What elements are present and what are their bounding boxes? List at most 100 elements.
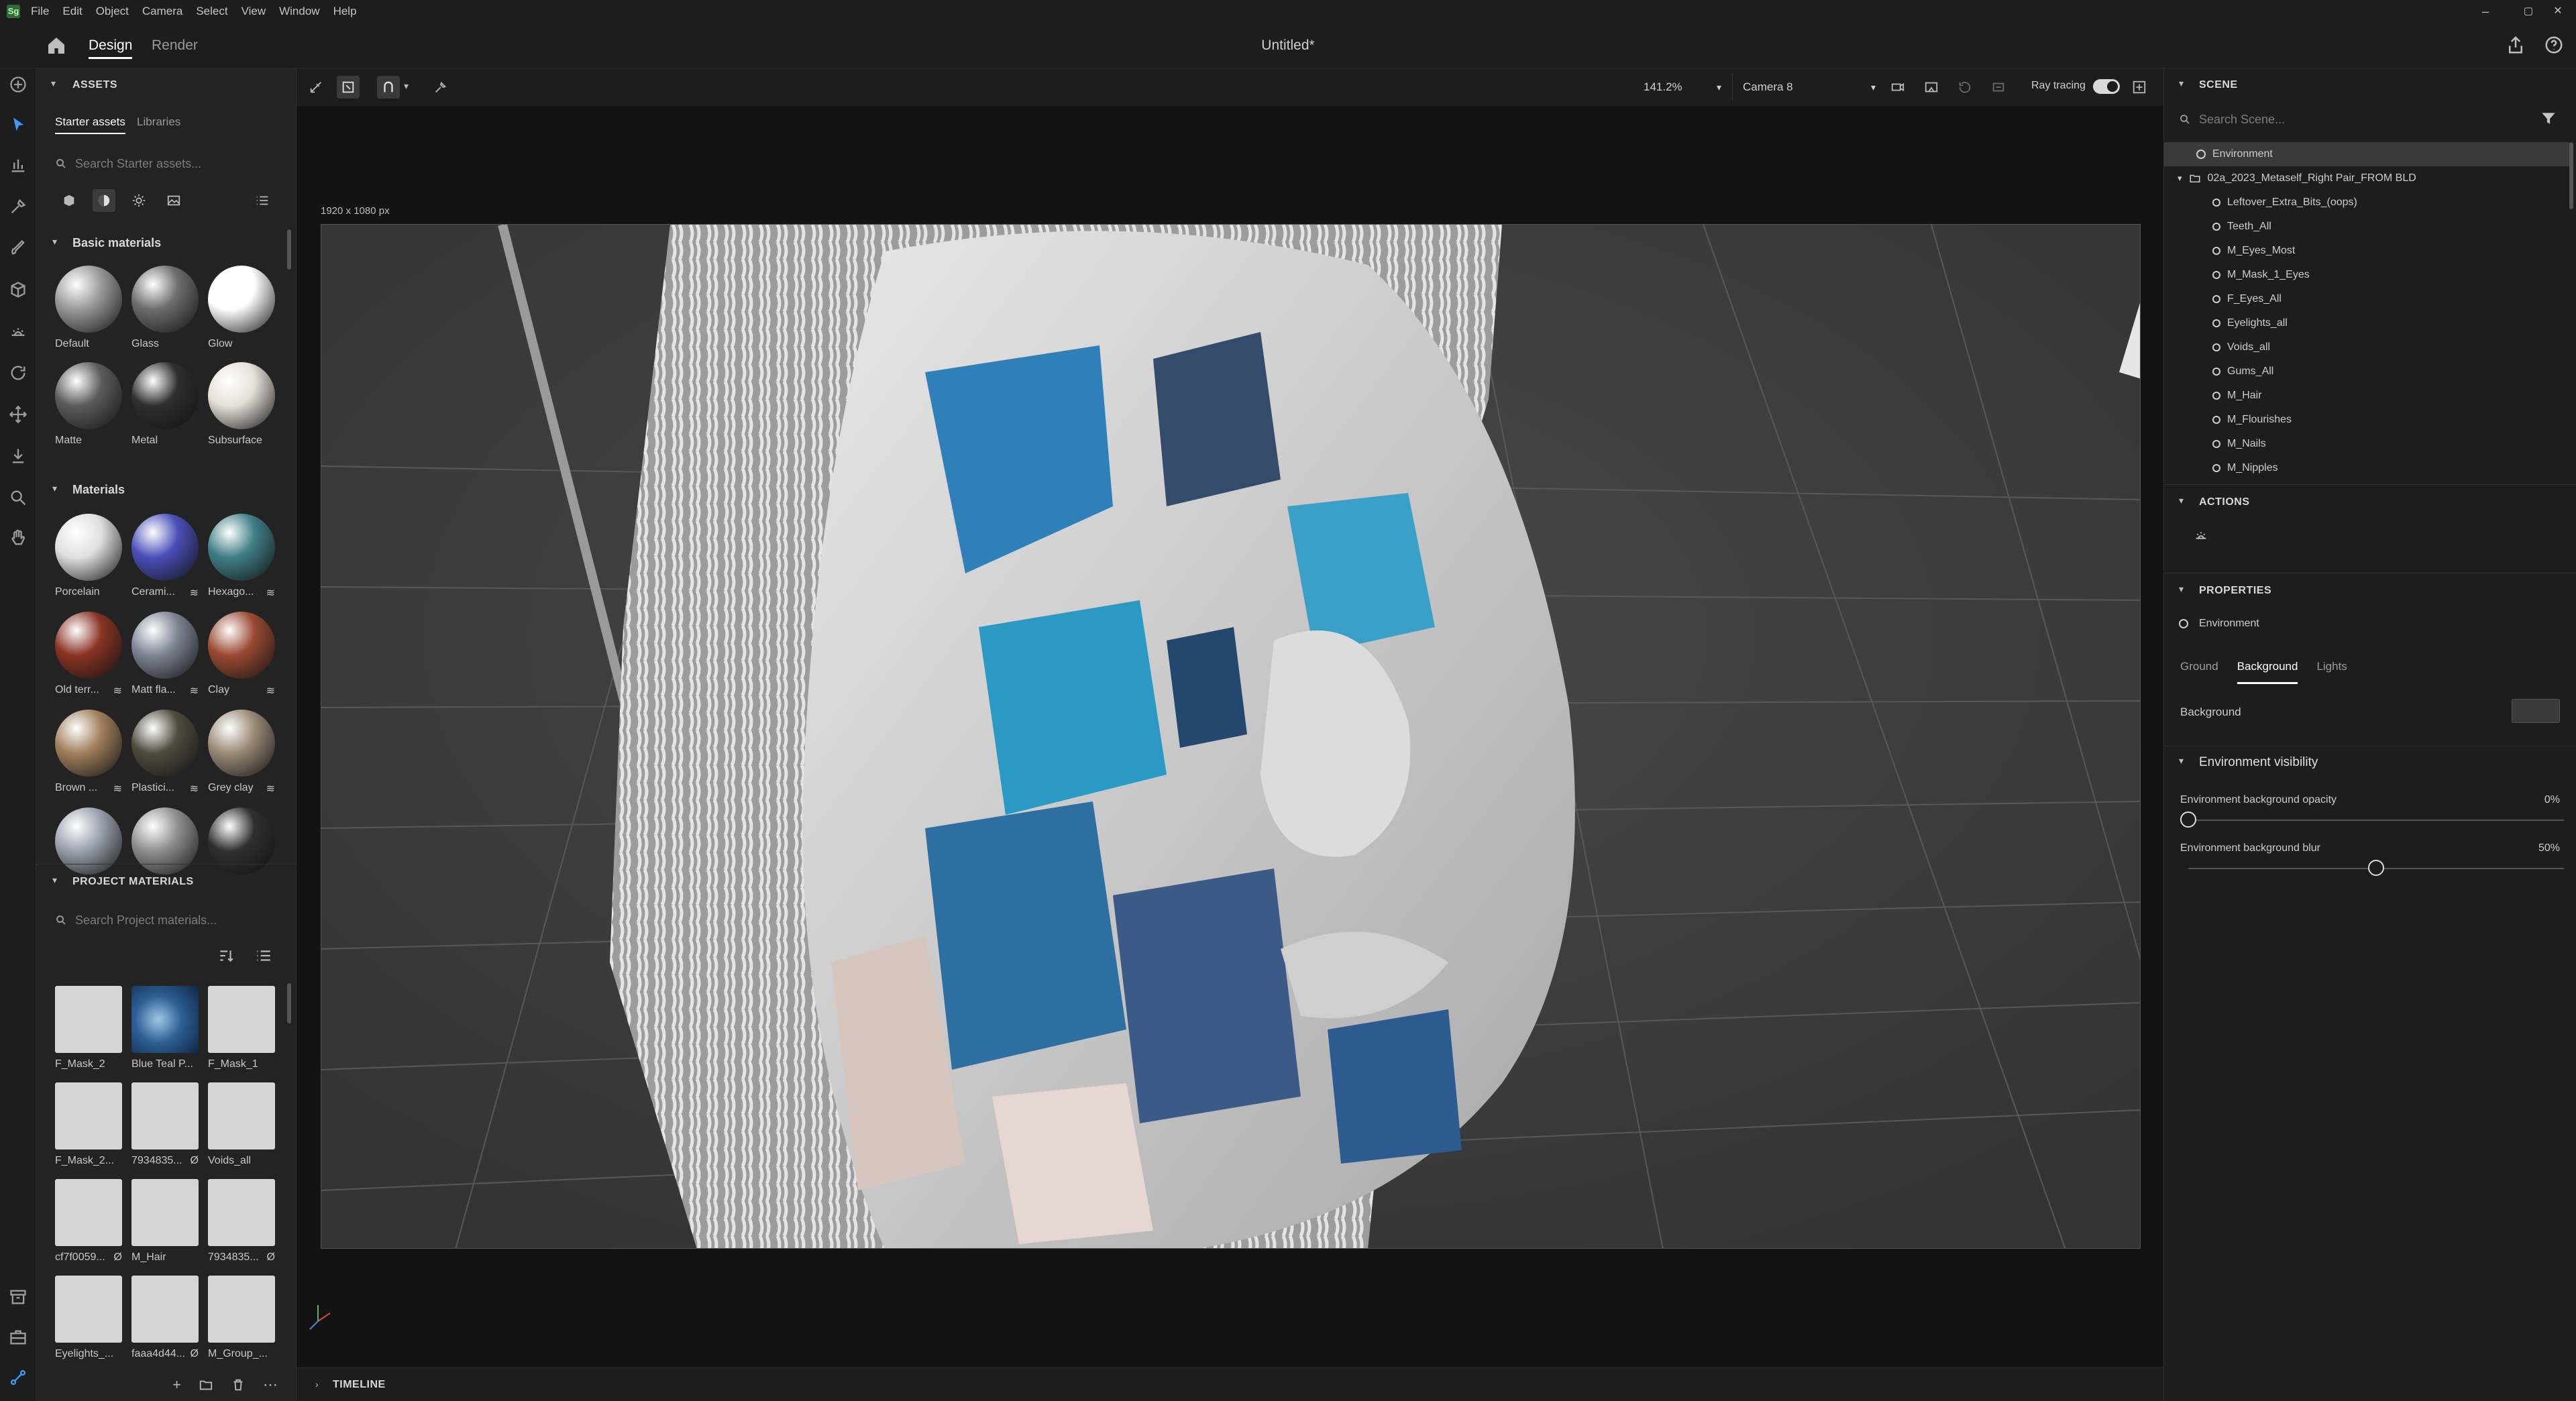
material-tile[interactable]: Matt fla... ≋ (131, 612, 199, 697)
redo-view-icon[interactable] (1987, 76, 2010, 99)
filter-icon[interactable] (2540, 110, 2557, 127)
add-icon[interactable] (9, 75, 28, 94)
material-tile[interactable]: Glass (131, 266, 199, 350)
camera-view-icon[interactable] (1920, 76, 1943, 99)
select-tool-icon[interactable] (9, 115, 28, 134)
folder-icon[interactable] (199, 1378, 213, 1392)
project-scrollbar[interactable] (287, 983, 291, 1023)
menu-edit[interactable]: Edit (62, 5, 82, 18)
project-material-tile[interactable]: M_Hair (131, 1179, 199, 1264)
background-color-swatch[interactable] (2512, 699, 2560, 723)
sort-icon[interactable] (217, 947, 235, 964)
list-view-icon[interactable] (255, 947, 272, 964)
menu-help[interactable]: Help (333, 5, 357, 18)
material-tile[interactable]: Default (55, 266, 122, 350)
frame-icon[interactable] (337, 76, 360, 99)
close-button[interactable]: ✕ (2540, 0, 2576, 23)
minimize-button[interactable]: – (2467, 0, 2504, 23)
models-filter-icon[interactable] (58, 189, 80, 212)
scene-item-material[interactable]: M_Eyes_Most (2164, 239, 2569, 263)
hand-tool-icon[interactable] (9, 528, 28, 547)
starter-search-input[interactable]: Search Starter assets... (75, 157, 201, 171)
material-tile[interactable]: Grey clay ≋ (208, 710, 275, 795)
project-material-tile[interactable]: F_Mask_2... (55, 1082, 122, 1167)
assets-scrollbar[interactable] (287, 229, 291, 270)
project-material-tile[interactable]: F_Mask_2 (55, 986, 122, 1070)
material-tile[interactable] (55, 807, 122, 880)
blur-slider-knob[interactable] (2368, 860, 2384, 876)
scene-item-environment[interactable]: Environment (2164, 142, 2569, 166)
tab-design[interactable]: Design (89, 35, 133, 59)
render-settings-icon[interactable] (2128, 76, 2151, 99)
project-material-tile[interactable]: 7934835... Ø (131, 1082, 199, 1167)
home-icon[interactable] (46, 35, 67, 56)
move-tool-icon[interactable] (9, 405, 28, 424)
material-tile[interactable] (131, 807, 199, 880)
list-view-icon[interactable] (251, 189, 274, 212)
properties-chevron-icon[interactable]: ▾ (2179, 583, 2184, 595)
material-tile[interactable]: Brown ... ≋ (55, 710, 122, 795)
timeline-bar[interactable]: › TIMELINE (297, 1367, 2163, 1401)
undo-view-icon[interactable] (1953, 76, 1976, 99)
opacity-slider-knob[interactable] (2180, 811, 2196, 828)
actions-chevron-icon[interactable]: ▾ (2179, 495, 2184, 506)
material-tile[interactable] (208, 807, 275, 880)
menu-object[interactable]: Object (96, 5, 129, 18)
material-tile[interactable]: Hexago... ≋ (208, 514, 275, 600)
tab-starter-assets[interactable]: Starter assets (55, 115, 125, 134)
transform-icon[interactable] (305, 76, 327, 99)
connector-icon[interactable] (9, 1368, 28, 1387)
material-tile[interactable]: Glow (208, 266, 275, 350)
scene-item-material[interactable]: Teeth_All (2164, 215, 2569, 239)
snap-icon[interactable] (377, 76, 400, 99)
visibility-chevron-icon[interactable]: ▾ (2179, 755, 2184, 767)
camera-add-icon[interactable] (1886, 76, 1909, 99)
share-icon[interactable] (2506, 35, 2526, 55)
scene-item-material[interactable]: Gums_All (2164, 359, 2569, 384)
scene-item-material[interactable]: Eyelights_all (2164, 311, 2569, 335)
material-tile[interactable]: Porcelain (55, 514, 122, 600)
project-material-tile[interactable]: Eyelights_... (55, 1276, 122, 1360)
starter-search[interactable]: Search Starter assets... (55, 150, 276, 177)
tab-libraries[interactable]: Libraries (137, 115, 180, 129)
project-material-tile[interactable]: faaa4d44... Ø (131, 1276, 199, 1360)
basic-chevron-icon[interactable]: ▾ (52, 236, 57, 247)
project-material-tile[interactable]: 7934835... Ø (208, 1179, 275, 1264)
brush-tool-icon[interactable] (9, 239, 28, 258)
project-chevron-icon[interactable]: ▾ (52, 875, 57, 886)
timeline-chevron-icon[interactable]: › (315, 1379, 319, 1390)
drop-tool-icon[interactable] (9, 447, 28, 465)
project-search[interactable]: Search Project materials... (55, 907, 276, 934)
scene-item-material[interactable]: M_Hair (2164, 384, 2569, 408)
scene-item-material[interactable]: M_Flourishes (2164, 408, 2569, 432)
menu-select[interactable]: Select (196, 5, 227, 18)
add-material-button[interactable]: + (172, 1376, 181, 1394)
help-icon[interactable] (2544, 35, 2564, 55)
tab-ground[interactable]: Ground (2180, 660, 2218, 684)
menu-view[interactable]: View (241, 5, 266, 18)
scene-item-material[interactable]: Leftover_Extra_Bits_(oops) (2164, 190, 2569, 215)
opacity-slider-track[interactable] (2188, 820, 2564, 821)
project-material-tile[interactable]: M_Group_... (208, 1276, 275, 1360)
chart-tool-icon[interactable] (9, 156, 28, 174)
cube-tool-icon[interactable] (9, 280, 28, 299)
menu-file[interactable]: File (31, 5, 49, 18)
scene-scrollbar[interactable] (2569, 142, 2573, 209)
trash-icon[interactable] (231, 1378, 246, 1392)
scene-item-material[interactable]: Voids_all (2164, 335, 2569, 359)
scene-item-material[interactable]: F_Eyes_All (2164, 287, 2569, 311)
project-search-input[interactable]: Search Project materials... (75, 913, 217, 928)
tab-background[interactable]: Background (2237, 660, 2298, 684)
zoom-tool-icon[interactable] (9, 488, 28, 507)
paint-tool-icon[interactable] (9, 197, 28, 216)
material-tile[interactable]: Subsurface (208, 362, 275, 447)
material-tile[interactable]: Metal (131, 362, 199, 447)
eyedropper-icon[interactable] (429, 76, 452, 99)
project-material-tile[interactable]: F_Mask_1 (208, 986, 275, 1070)
materials-chevron-icon[interactable]: ▾ (52, 483, 57, 494)
collapse-chevron-icon[interactable]: ▾ (51, 78, 56, 89)
briefcase-icon[interactable] (9, 1328, 28, 1347)
material-tile[interactable]: Old terr... ≋ (55, 612, 122, 697)
scene-item-material[interactable]: M_Nails (2164, 432, 2569, 456)
scene-item-material[interactable]: M_Nipples (2164, 456, 2569, 480)
